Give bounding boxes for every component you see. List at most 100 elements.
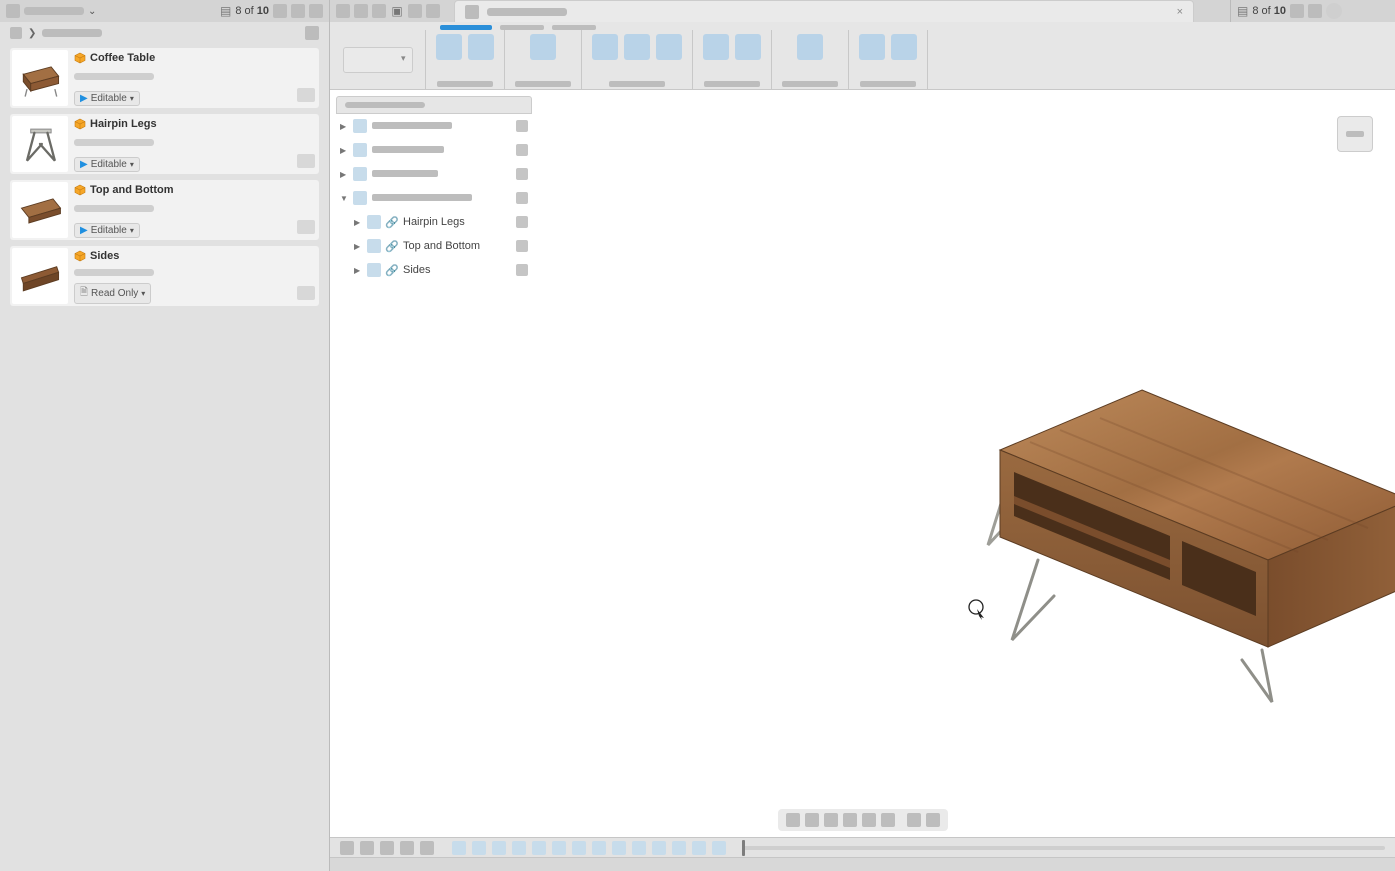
data-panel-icon[interactable]: ▤ [220, 4, 231, 18]
tree-expand-icon[interactable]: ▶ [354, 266, 362, 275]
readonly-icon: 🗎 [80, 285, 88, 302]
timeline-step[interactable] [512, 841, 526, 855]
project-dropdown-icon[interactable]: ⌄ [88, 6, 96, 17]
tree-row-linked[interactable]: ▶🔗Hairpin Legs [336, 210, 532, 234]
data-panel: ❯ Coffee Table▶Editable▾Hairpin Legs▶Edi… [0, 22, 330, 871]
timeline-step[interactable] [572, 841, 586, 855]
component-card[interactable]: Sides🗎Read Only▾ [10, 246, 319, 306]
rib-btn[interactable] [859, 34, 885, 60]
timeline-step[interactable] [652, 841, 666, 855]
card-action-icon[interactable] [297, 220, 315, 234]
timeline-next-icon[interactable] [400, 841, 414, 855]
timeline-step[interactable] [452, 841, 466, 855]
panel-options-icon[interactable] [305, 26, 319, 40]
rib-btn[interactable] [624, 34, 650, 60]
timeline-step[interactable] [712, 841, 726, 855]
right-tool-a-icon[interactable] [1290, 4, 1304, 18]
nav-back-icon[interactable] [336, 4, 350, 18]
timeline-step[interactable] [552, 841, 566, 855]
permission-badge[interactable]: ▶Editable▾ [74, 157, 140, 172]
timeline-step[interactable] [632, 841, 646, 855]
timeline-thumb[interactable] [742, 840, 745, 856]
rib-btn[interactable] [797, 34, 823, 60]
tree-expand-icon: ▶ [340, 170, 348, 179]
component-card[interactable]: Hairpin Legs▶Editable▾ [10, 114, 319, 174]
left-tool-b-icon[interactable] [291, 4, 305, 18]
left-tool-c-icon[interactable] [309, 4, 323, 18]
panel-collapse-icon[interactable] [10, 27, 22, 39]
view-tool-icon[interactable] [862, 813, 876, 827]
tree-row[interactable]: ▶ [336, 138, 532, 162]
tree-node-action-icon[interactable] [516, 264, 528, 276]
project-name[interactable] [24, 7, 84, 15]
timeline-step[interactable] [672, 841, 686, 855]
right-tool-b-icon[interactable] [1308, 4, 1322, 18]
timeline-step[interactable] [472, 841, 486, 855]
view-tool-icon[interactable] [843, 813, 857, 827]
tree-expand-icon[interactable]: ▶ [354, 242, 362, 251]
timeline-play-icon[interactable] [380, 841, 394, 855]
breadcrumb[interactable] [42, 29, 102, 37]
user-avatar[interactable] [1326, 3, 1342, 19]
rib-btn[interactable] [735, 34, 761, 60]
timeline-step[interactable] [612, 841, 626, 855]
breadcrumb-expand-icon[interactable]: ❯ [28, 28, 36, 39]
timeline-step[interactable] [532, 841, 546, 855]
timeline-end-icon[interactable] [420, 841, 434, 855]
tree-node-action-icon[interactable] [516, 240, 528, 252]
nav-fwd-icon[interactable] [354, 4, 368, 18]
timeline-step[interactable] [692, 841, 706, 855]
link-icon: 🔗 [386, 264, 398, 276]
timeline-start-icon[interactable] [340, 841, 354, 855]
chevron-down-icon: ▾ [130, 226, 134, 235]
rib-btn[interactable] [468, 34, 494, 60]
view-tool-icon[interactable] [824, 813, 838, 827]
view-tool-icon[interactable] [805, 813, 819, 827]
view-tool-icon[interactable] [881, 813, 895, 827]
timeline-step[interactable] [492, 841, 506, 855]
rib-btn[interactable] [530, 34, 556, 60]
tree-node-icon [353, 143, 367, 157]
canvas[interactable]: ▶ ▶ ▶ ▼ ▶🔗Hairpin Legs▶🔗Top and Bottom▶🔗… [330, 90, 1395, 837]
timeline-step[interactable] [592, 841, 606, 855]
tree-node-action-icon[interactable] [516, 216, 528, 228]
timeline-prev-icon[interactable] [360, 841, 374, 855]
home-icon[interactable] [372, 4, 386, 18]
permission-badge[interactable]: 🗎Read Only▾ [74, 283, 151, 304]
rib-btn[interactable] [703, 34, 729, 60]
rib-btn[interactable] [436, 34, 462, 60]
workspace-switcher[interactable] [330, 30, 426, 89]
data-panel-right-icon[interactable]: ▤ [1237, 4, 1248, 18]
card-action-icon[interactable] [297, 154, 315, 168]
save-icon[interactable]: ▣ [390, 4, 404, 18]
redo-icon[interactable] [426, 4, 440, 18]
card-action-icon[interactable] [297, 286, 315, 300]
view-tool-icon[interactable] [907, 813, 921, 827]
tree-expand-icon[interactable]: ▶ [354, 218, 362, 227]
tree-row[interactable]: ▶ [336, 114, 532, 138]
canvas-toolbar [778, 809, 948, 831]
rib-btn[interactable] [656, 34, 682, 60]
document-tab[interactable]: × [454, 0, 1194, 22]
tree-row[interactable]: ▶ [336, 162, 532, 186]
view-cube[interactable] [1337, 116, 1373, 152]
card-action-icon[interactable] [297, 88, 315, 102]
app-menu-icon[interactable] [6, 4, 20, 18]
timeline [330, 837, 1395, 857]
tree-row-linked[interactable]: ▶🔗Top and Bottom [336, 234, 532, 258]
view-tool-icon[interactable] [926, 813, 940, 827]
tree-row[interactable]: ▼ [336, 186, 532, 210]
permission-badge[interactable]: ▶Editable▾ [74, 91, 140, 106]
view-tool-icon[interactable] [786, 813, 800, 827]
component-card[interactable]: Coffee Table▶Editable▾ [10, 48, 319, 108]
close-tab-icon[interactable]: × [1177, 6, 1183, 18]
rib-btn[interactable] [891, 34, 917, 60]
undo-icon[interactable] [408, 4, 422, 18]
tree-row-linked[interactable]: ▶🔗Sides [336, 258, 532, 282]
component-card[interactable]: Top and Bottom▶Editable▾ [10, 180, 319, 240]
permission-badge[interactable]: ▶Editable▾ [74, 223, 140, 238]
model-coffee-table[interactable] [870, 300, 1395, 720]
rib-btn[interactable] [592, 34, 618, 60]
left-tool-a-icon[interactable] [273, 4, 287, 18]
timeline-track[interactable] [742, 846, 1385, 850]
